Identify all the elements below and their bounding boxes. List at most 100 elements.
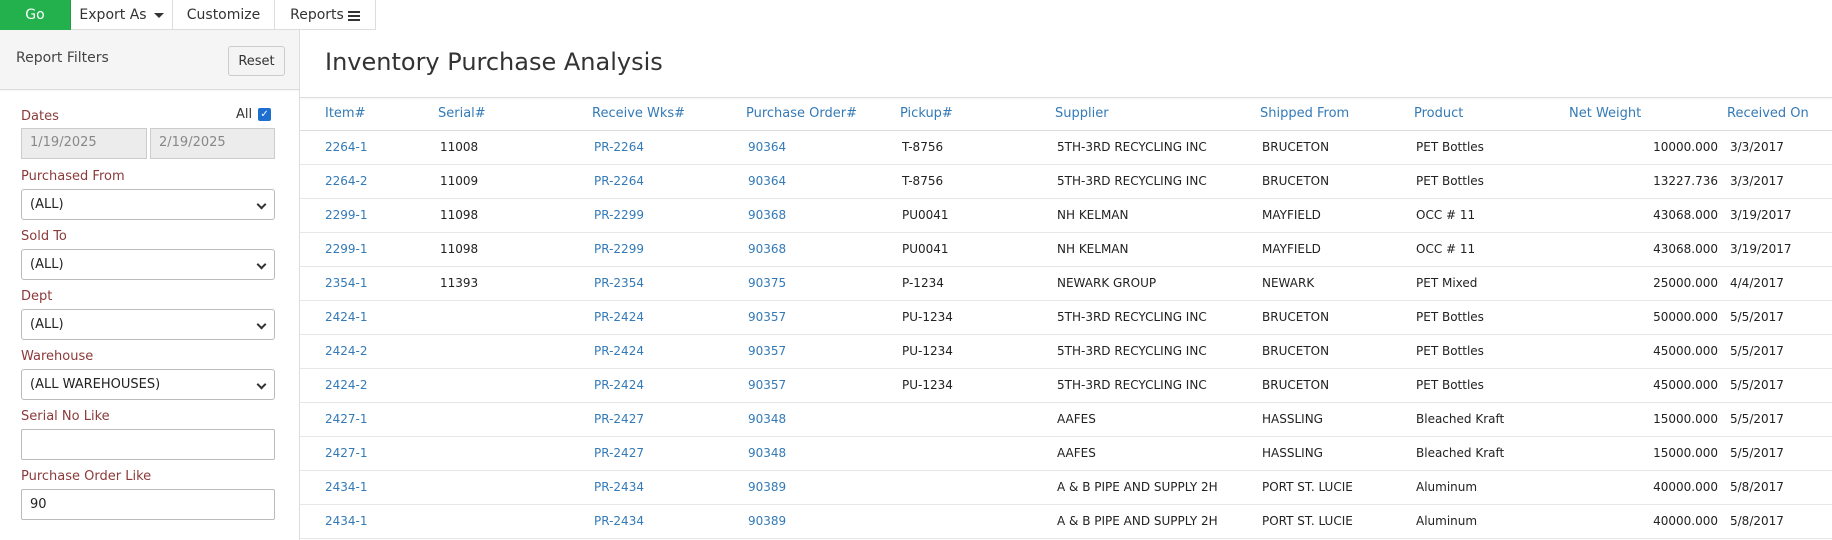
table-header-row: Item# Serial# Receive Wks# Purchase Order# P… bbox=[300, 98, 1832, 131]
filters-title: Report Filters bbox=[16, 50, 109, 66]
cell-shipped-from: BRUCETON bbox=[1260, 368, 1414, 403]
cell-receive-wks[interactable]: PR-2264 bbox=[592, 130, 746, 165]
date-from-input[interactable]: 1/19/2025 bbox=[21, 128, 147, 159]
cell-received-on: 5/5/2017 bbox=[1718, 436, 1832, 471]
warehouse-select[interactable]: (ALL WAREHOUSES) bbox=[21, 369, 275, 400]
cell-purchase-order[interactable]: 90357 bbox=[746, 334, 900, 369]
cell-item[interactable]: 2424-2 bbox=[300, 334, 438, 369]
cell-receive-wks[interactable]: PR-2427 bbox=[592, 436, 746, 471]
dept-value: (ALL) bbox=[30, 317, 64, 332]
cell-received-on: 5/5/2017 bbox=[1718, 402, 1832, 437]
cell-item[interactable]: 2424-1 bbox=[300, 300, 438, 335]
cell-receive-wks[interactable]: PR-2424 bbox=[592, 334, 746, 369]
cell-receive-wks[interactable]: PR-2354 bbox=[592, 266, 746, 301]
cell-pickup bbox=[900, 504, 1055, 539]
cell-item[interactable]: 2427-1 bbox=[300, 402, 438, 437]
cell-shipped-from: BRUCETON bbox=[1260, 130, 1414, 165]
cell-receive-wks[interactable]: PR-2434 bbox=[592, 504, 746, 539]
cell-supplier: NH KELMAN bbox=[1055, 198, 1260, 233]
date-to-input[interactable]: 2/19/2025 bbox=[150, 128, 275, 159]
cell-product: PET Bottles bbox=[1414, 368, 1569, 403]
purchased-from-label: Purchased From bbox=[21, 169, 125, 184]
purchase-order-like-input[interactable]: 90 bbox=[21, 489, 275, 520]
column-header-serial[interactable]: Serial# bbox=[438, 98, 592, 131]
cell-pickup: PU-1234 bbox=[900, 334, 1055, 369]
cell-purchase-order[interactable]: 90364 bbox=[746, 164, 900, 199]
purchased-from-select[interactable]: (ALL) bbox=[21, 189, 275, 220]
sold-to-select[interactable]: (ALL) bbox=[21, 249, 275, 280]
dept-label: Dept bbox=[21, 289, 53, 304]
go-button[interactable]: Go bbox=[0, 0, 71, 30]
column-header-pickup[interactable]: Pickup# bbox=[900, 98, 1055, 131]
cell-receive-wks[interactable]: PR-2424 bbox=[592, 368, 746, 403]
cell-product: Aluminum bbox=[1414, 470, 1569, 505]
cell-purchase-order[interactable]: 90368 bbox=[746, 232, 900, 267]
cell-purchase-order[interactable]: 90348 bbox=[746, 436, 900, 471]
table-row: 2299-1 11098 PR-2299 90368 PU0041 NH KELMAN MA… bbox=[300, 198, 1832, 233]
cell-receive-wks[interactable]: PR-2424 bbox=[592, 300, 746, 335]
reset-button[interactable]: Reset bbox=[228, 46, 285, 76]
cell-receive-wks[interactable]: PR-2299 bbox=[592, 198, 746, 233]
cell-item[interactable]: 2354-1 bbox=[300, 266, 438, 301]
cell-item[interactable]: 2264-2 bbox=[300, 164, 438, 199]
cell-purchase-order[interactable]: 90357 bbox=[746, 300, 900, 335]
export-as-label: Export As bbox=[79, 7, 147, 23]
cell-receive-wks[interactable]: PR-2299 bbox=[592, 232, 746, 267]
cell-serial bbox=[438, 334, 592, 369]
serial-no-like-input[interactable] bbox=[21, 429, 275, 460]
page-title: Inventory Purchase Analysis bbox=[325, 48, 663, 76]
cell-item[interactable]: 2424-2 bbox=[300, 368, 438, 403]
column-header-product[interactable]: Product bbox=[1414, 98, 1569, 131]
cell-item[interactable]: 2299-1 bbox=[300, 198, 438, 233]
cell-item[interactable]: 2264-1 bbox=[300, 130, 438, 165]
cell-purchase-order[interactable]: 90389 bbox=[746, 504, 900, 539]
column-header-net-weight[interactable]: Net Weight bbox=[1569, 98, 1718, 131]
cell-purchase-order[interactable]: 90389 bbox=[746, 470, 900, 505]
table-row: 2264-1 11008 PR-2264 90364 T-8756 5TH-3RD REC… bbox=[300, 130, 1832, 165]
cell-serial: 11009 bbox=[438, 164, 592, 199]
table-row: 2424-1 PR-2424 90357 PU-1234 5TH-3RD RECYCLI… bbox=[300, 300, 1832, 335]
column-header-item[interactable]: Item# bbox=[300, 98, 438, 131]
cell-net-weight: 25000.000 bbox=[1569, 266, 1718, 301]
cell-shipped-from: PORT ST. LUCIE bbox=[1260, 470, 1414, 505]
cell-item[interactable]: 2299-1 bbox=[300, 232, 438, 267]
cell-purchase-order[interactable]: 90364 bbox=[746, 130, 900, 165]
cell-product: PET Mixed bbox=[1414, 266, 1569, 301]
all-dates-toggle[interactable]: All ✓ bbox=[236, 107, 272, 122]
cell-purchase-order[interactable]: 90375 bbox=[746, 266, 900, 301]
cell-item[interactable]: 2434-1 bbox=[300, 504, 438, 539]
cell-received-on: 5/8/2017 bbox=[1718, 504, 1832, 539]
cell-received-on: 5/5/2017 bbox=[1718, 368, 1832, 403]
report-table: Item# Serial# Receive Wks# Purchase Order# P… bbox=[300, 98, 1832, 539]
cell-purchase-order[interactable]: 90348 bbox=[746, 402, 900, 437]
sold-to-value: (ALL) bbox=[30, 257, 64, 272]
cell-serial bbox=[438, 402, 592, 437]
cell-purchase-order[interactable]: 90357 bbox=[746, 368, 900, 403]
cell-net-weight: 40000.000 bbox=[1569, 504, 1718, 539]
cell-serial bbox=[438, 436, 592, 471]
reports-menu-button[interactable]: Reports bbox=[275, 0, 376, 30]
cell-pickup: PU0041 bbox=[900, 232, 1055, 267]
cell-item[interactable]: 2427-1 bbox=[300, 436, 438, 471]
column-header-purchase-order[interactable]: Purchase Order# bbox=[746, 98, 900, 131]
cell-purchase-order[interactable]: 90368 bbox=[746, 198, 900, 233]
cell-receive-wks[interactable]: PR-2264 bbox=[592, 164, 746, 199]
column-header-receive-wks[interactable]: Receive Wks# bbox=[592, 98, 746, 131]
cell-receive-wks[interactable]: PR-2434 bbox=[592, 470, 746, 505]
cell-receive-wks[interactable]: PR-2427 bbox=[592, 402, 746, 437]
export-as-dropdown[interactable]: Export As bbox=[71, 0, 173, 30]
column-header-received-on[interactable]: Received On bbox=[1718, 98, 1832, 131]
cell-net-weight: 10000.000 bbox=[1569, 130, 1718, 165]
cell-item[interactable]: 2434-1 bbox=[300, 470, 438, 505]
purchase-order-like-label: Purchase Order Like bbox=[21, 469, 152, 484]
cell-supplier: NEWARK GROUP bbox=[1055, 266, 1260, 301]
all-dates-checkbox[interactable]: ✓ bbox=[258, 108, 272, 121]
cell-received-on: 5/5/2017 bbox=[1718, 300, 1832, 335]
column-header-supplier[interactable]: Supplier bbox=[1055, 98, 1260, 131]
cell-shipped-from: NEWARK bbox=[1260, 266, 1414, 301]
column-header-shipped-from[interactable]: Shipped From bbox=[1260, 98, 1414, 131]
cell-supplier: 5TH-3RD RECYCLING INC bbox=[1055, 300, 1260, 335]
cell-received-on: 3/3/2017 bbox=[1718, 164, 1832, 199]
dept-select[interactable]: (ALL) bbox=[21, 309, 275, 340]
customize-button[interactable]: Customize bbox=[173, 0, 275, 30]
